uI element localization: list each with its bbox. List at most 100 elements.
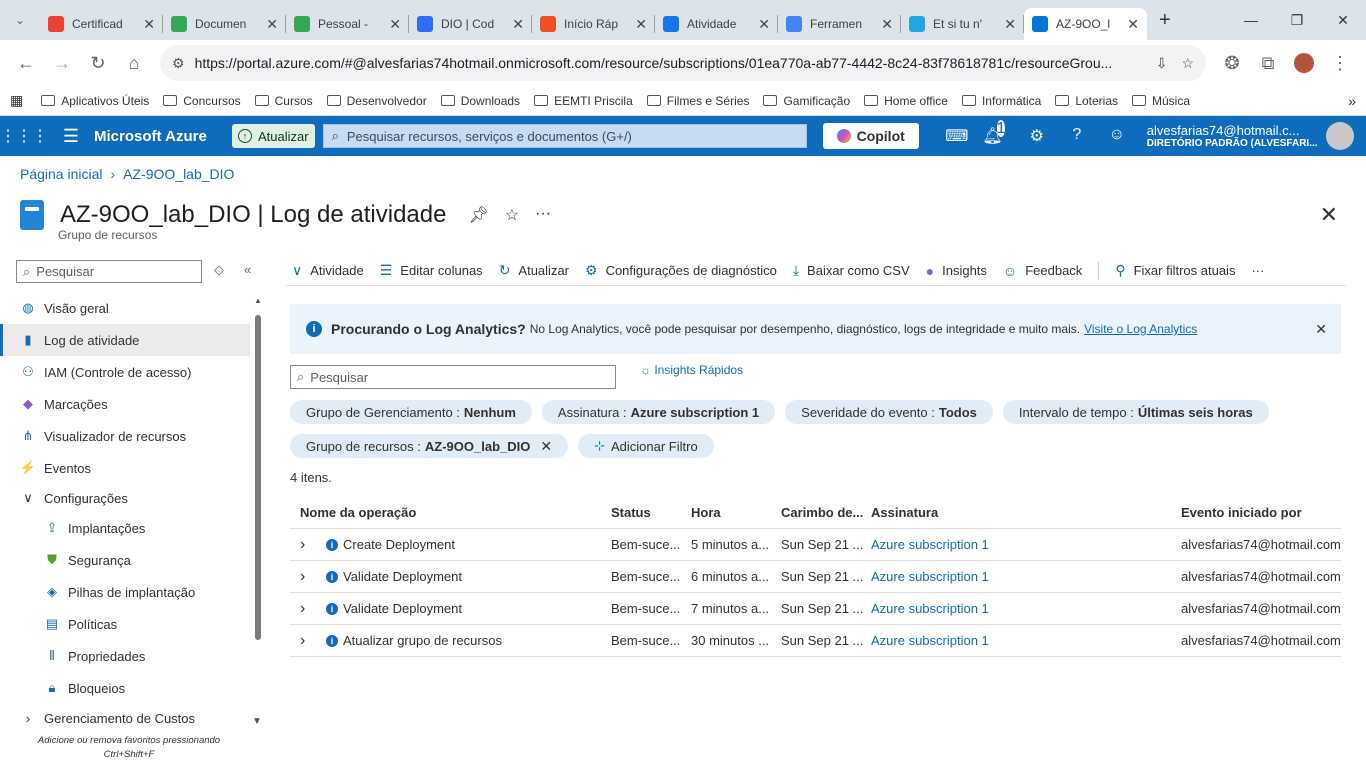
site-info-icon[interactable]: ⚙ [172, 55, 185, 72]
table-row[interactable]: › i Create Deployment Bem-suce... 5 minutos … [290, 529, 1341, 561]
close-tab-icon[interactable]: ✕ [512, 16, 524, 33]
sidebar-item[interactable]: ◈ Pilhas de implantação [0, 576, 250, 608]
install-icon[interactable]: ⇩ [1156, 55, 1168, 72]
bookmark-folder[interactable]: Aplicativos Úteis [41, 94, 149, 108]
table-row[interactable]: › i Atualizar grupo de recursos Bem-suce...… [290, 625, 1341, 657]
refresh-button[interactable]: ↻ Atualizar [499, 262, 569, 279]
table-row[interactable]: › i Validate Deployment Bem-suce... 6 minuto… [290, 561, 1341, 593]
url-bar[interactable]: ⚙ https://portal.azure.com/#@alvesfarias… [160, 45, 1206, 81]
sidebar-item[interactable]: 🔒︎ Bloqueios [0, 672, 250, 704]
menu-search-input[interactable]: ⌕ Pesquisar [16, 260, 202, 283]
notifications-icon[interactable]: 🔔︎1 [977, 120, 1017, 146]
chevron-right-icon[interactable]: › [300, 536, 314, 554]
bookmark-folder[interactable]: Home office [864, 94, 948, 108]
column-header[interactable]: Hora [691, 505, 781, 520]
dismiss-banner-icon[interactable]: ✕ [1315, 321, 1327, 338]
home-button[interactable]: ⌂ [116, 45, 152, 81]
menu-scrollbar[interactable]: ▲ [254, 296, 262, 640]
download-csv-button[interactable]: ⤓ Baixar como CSV [793, 262, 910, 279]
bookmark-folder[interactable]: EEMTI Priscila [534, 94, 633, 108]
chevron-right-icon[interactable]: › [300, 600, 314, 618]
close-tab-icon[interactable]: ✕ [1004, 16, 1016, 33]
breadcrumb-home[interactable]: Página inicial [20, 166, 103, 182]
operation-name[interactable]: Atualizar grupo de recursos [343, 633, 502, 648]
activity-search-input[interactable]: ⌕ Pesquisar [290, 365, 616, 389]
minimize-button[interactable]: — [1228, 0, 1274, 40]
table-cell[interactable]: Azure subscription 1 [871, 569, 1181, 584]
sidebar-item[interactable]: ⛊ Segurança [0, 544, 250, 576]
table-cell[interactable]: Azure subscription 1 [871, 537, 1181, 552]
close-tab-icon[interactable]: ✕ [635, 16, 647, 33]
table-cell[interactable]: Azure subscription 1 [871, 601, 1181, 616]
puzzle-icon[interactable]: ⧉ [1250, 45, 1286, 81]
sidebar-item[interactable]: ▮ Log de atividade [0, 324, 250, 356]
bookmark-folder[interactable]: Cursos [254, 94, 313, 108]
bookmark-folder[interactable]: Informática [961, 94, 1041, 108]
remove-filter-icon[interactable]: ✕ [540, 438, 552, 455]
tab-search-icon[interactable]: ⌄ [0, 2, 40, 38]
feedback-button[interactable]: ☺ Feedback [1003, 263, 1082, 279]
account-menu[interactable]: alvesfarias74@hotmail.c... DIRETÓRIO PAD… [1147, 123, 1318, 149]
sidebar-item[interactable]: ◆ Marcações [0, 388, 250, 420]
sidebar-item[interactable]: ⋔ Visualizador de recursos [0, 420, 250, 452]
filter-pill[interactable]: Intervalo de tempo : Últimas seis horas [1002, 400, 1269, 424]
add-filter-button[interactable]: ⊹ Adicionar Filtro [578, 434, 714, 458]
diagnostic-settings-button[interactable]: ⚙ Configurações de diagnóstico [585, 262, 777, 279]
help-icon[interactable]: ? [1057, 126, 1097, 146]
table-row[interactable]: › i Validate Deployment Bem-suce... 7 minuto… [290, 593, 1341, 625]
sidebar-item[interactable]: ∨ Configurações [0, 484, 250, 512]
update-button[interactable]: ↑ Atualizar [232, 124, 315, 148]
back-button[interactable]: ← [8, 45, 44, 81]
expand-collapse-icon[interactable]: ◇ [214, 262, 224, 278]
bookmark-star-icon[interactable]: ☆ [1181, 55, 1194, 72]
quick-insights-link[interactable]: ☼ Insights Rápidos [640, 363, 743, 377]
pin-icon[interactable]: 📌︎ [468, 205, 488, 225]
browser-tab[interactable]: DIO | Cod ✕ [409, 8, 532, 40]
apps-grid-icon[interactable]: ⋮⋮⋮ [0, 126, 48, 146]
forward-button[interactable]: → [44, 45, 80, 81]
more-options-icon[interactable]: ··· [535, 205, 551, 225]
more-bookmarks-icon[interactable]: » [1348, 93, 1356, 109]
bookmark-folder[interactable]: Música [1132, 94, 1190, 108]
browser-menu-icon[interactable]: ⋮ [1322, 45, 1358, 81]
column-header[interactable]: Evento iniciado por [1181, 505, 1341, 520]
url-text[interactable]: https://portal.azure.com/#@alvesfarias74… [195, 55, 1142, 71]
hamburger-menu-icon[interactable]: ☰ [48, 126, 94, 147]
sidebar-item[interactable]: ⇪ Implantações [0, 512, 250, 544]
close-tab-icon[interactable]: ✕ [758, 16, 770, 33]
sidebar-item[interactable]: ◍ Visão geral [0, 292, 250, 324]
bookmark-folder[interactable]: Gamificação [763, 94, 850, 108]
sidebar-item[interactable]: ⦀ Propriedades [0, 640, 250, 672]
close-tab-icon[interactable]: ✕ [143, 16, 155, 33]
more-commands-icon[interactable]: ··· [1251, 263, 1264, 278]
browser-tab[interactable]: Ferramen ✕ [778, 8, 901, 40]
column-header[interactable]: Status [611, 505, 691, 520]
browser-tab[interactable]: Documen ✕ [163, 8, 286, 40]
browser-tab[interactable]: Atividade ✕ [655, 8, 778, 40]
bookmark-folder[interactable]: Concursos [163, 94, 241, 108]
close-tab-icon[interactable]: ✕ [389, 16, 401, 33]
sidebar-item[interactable]: › Gerenciamento de Custos [0, 704, 250, 732]
table-cell[interactable]: Azure subscription 1 [871, 633, 1181, 648]
settings-gear-icon[interactable]: ⚙ [1017, 126, 1057, 146]
global-search-input[interactable]: ⌕ Pesquisar recursos, serviços e document… [322, 124, 807, 148]
browser-tab[interactable]: Certificad ✕ [40, 8, 163, 40]
operation-name[interactable]: Validate Deployment [343, 601, 462, 616]
close-blade-button[interactable]: ✕ [1320, 202, 1338, 228]
filter-pill[interactable]: Assinatura : Azure subscription 1 [541, 400, 776, 424]
close-tab-icon[interactable]: ✕ [1127, 16, 1139, 33]
operation-name[interactable]: Validate Deployment [343, 569, 462, 584]
column-header[interactable]: Nome da operação [290, 505, 611, 520]
sidebar-item[interactable]: ⚡ Eventos [0, 452, 250, 484]
close-tab-icon[interactable]: ✕ [881, 16, 893, 33]
scroll-thumb[interactable] [255, 315, 261, 640]
edit-columns-button[interactable]: ☰ Editar colunas [380, 262, 483, 279]
maximize-button[interactable]: ❐ [1274, 0, 1320, 40]
browser-tab[interactable]: AZ-9OO_l ✕ [1024, 8, 1147, 40]
column-header[interactable]: Carimbo de... [781, 505, 871, 520]
pin-filters-button[interactable]: ⚲ Fixar filtros atuais [1115, 262, 1235, 279]
bookmark-folder[interactable]: Desenvolvedor [326, 94, 427, 108]
favorite-star-icon[interactable]: ☆ [505, 205, 519, 225]
apps-grid-icon[interactable]: ▦ [10, 92, 23, 109]
new-tab-button[interactable]: + [1159, 9, 1171, 32]
